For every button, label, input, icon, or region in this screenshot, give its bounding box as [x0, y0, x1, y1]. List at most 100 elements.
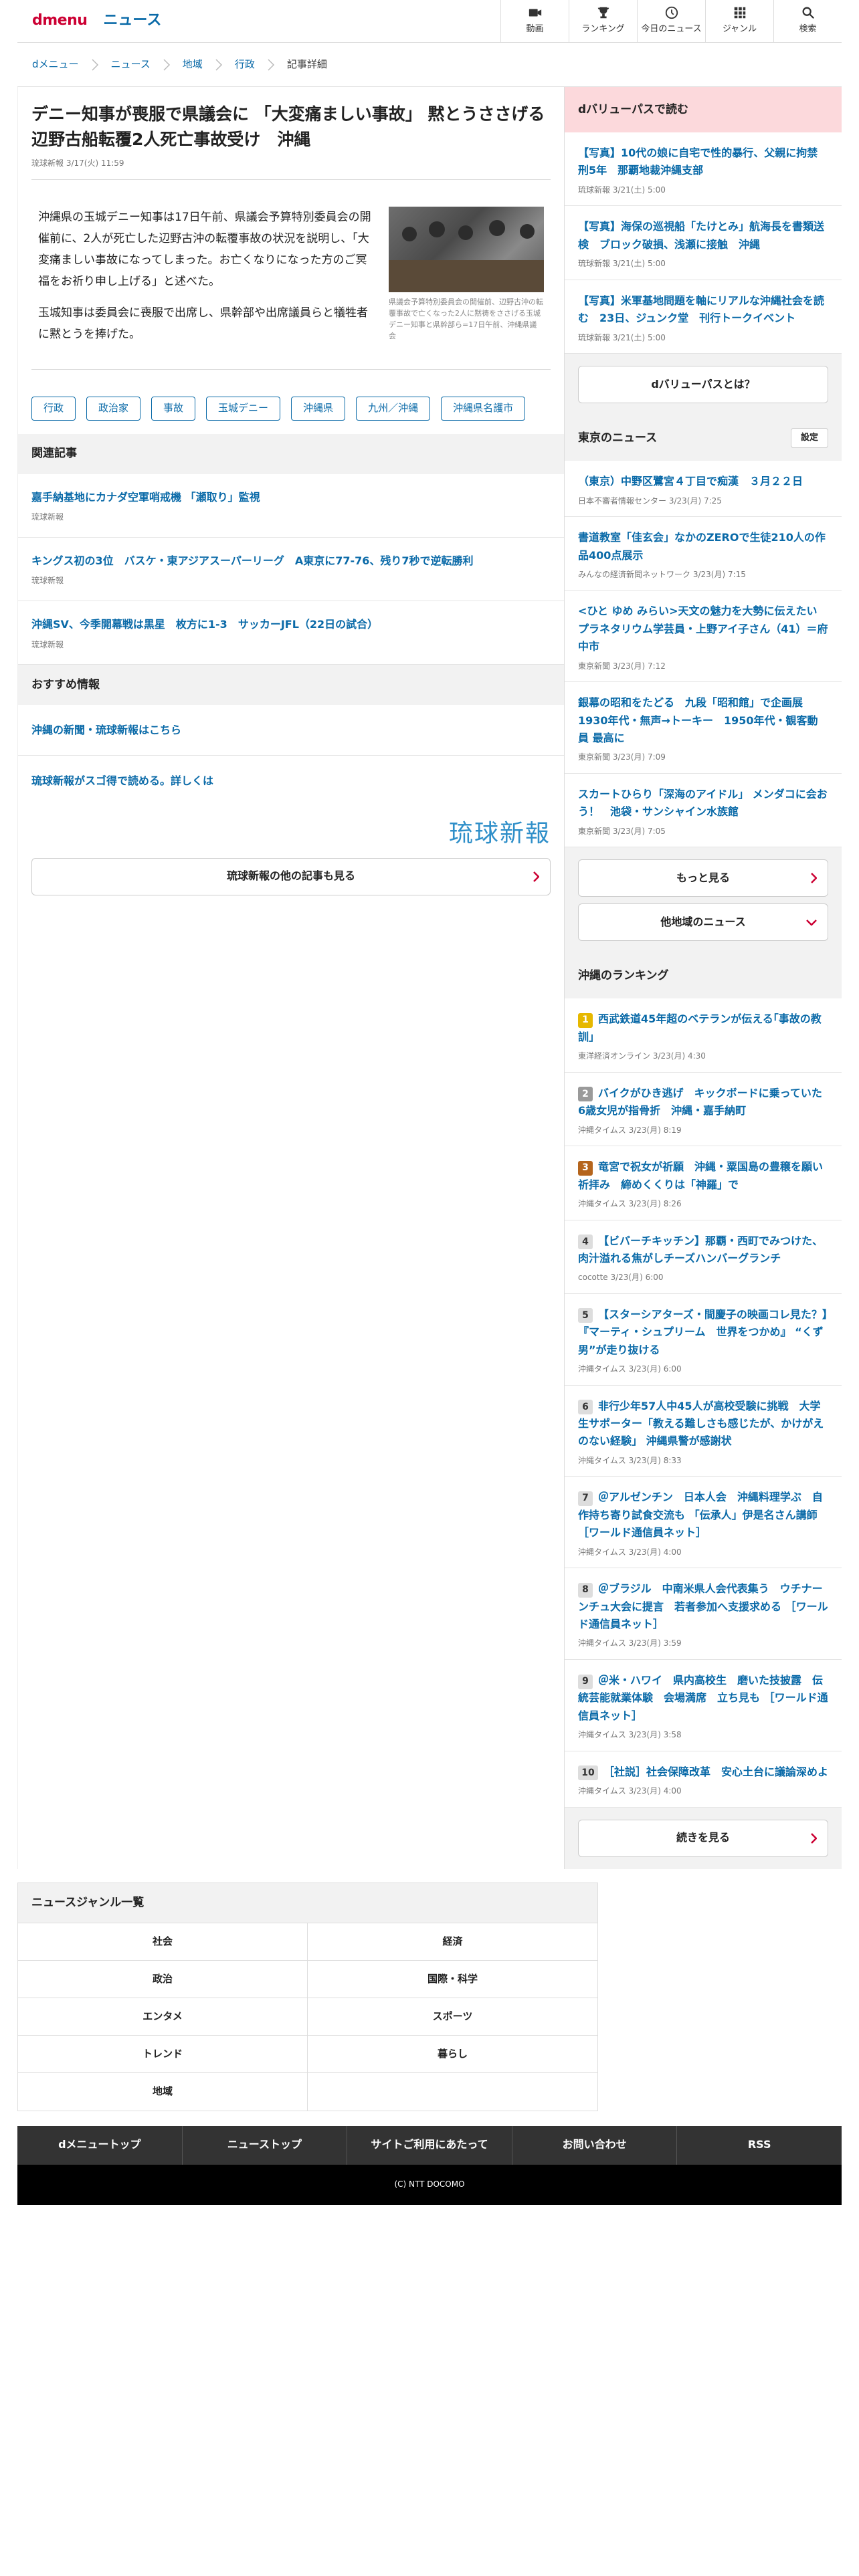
ranking-title[interactable]: 西武鉄道45年超のベテランが伝える｢事故の教訓｣ — [578, 1012, 822, 1043]
genre-link[interactable]: 国際・科学 — [308, 1961, 597, 1998]
ranking-item[interactable]: 7 ＠アルゼンチン 日本人会 沖縄料理学ぶ 自作持ち寄り試食交流も 「伝承人」伊是… — [565, 1477, 842, 1569]
ranking-title-row[interactable]: 8 ＠ブラジル 中南米県人会代表集う ウチナーンチュ大会に提言 若者参加へ支援求め… — [578, 1580, 828, 1633]
dvalue-about-button[interactable]: dバリューパスとは？ — [578, 366, 828, 404]
ranking-title-row[interactable]: 3 竜宮で祝女が祈願 沖縄・粟国島の豊穣を願い祈拝み 締めくくりは「神羅」で — [578, 1158, 828, 1194]
tokyo-news-item[interactable]: （東京）中野区鷺宮４丁目で痴漢 ３月２２日 日本不審者情報センター 3/23(月… — [565, 461, 842, 518]
ranking-title-row[interactable]: 4 【ビバーチキッチン】那覇・西町でみつけた、肉汁溢れる焦がしチーズハンバーグラン… — [578, 1232, 828, 1268]
article-photo[interactable] — [389, 206, 544, 292]
genre-link[interactable]: 暮らし — [308, 2036, 597, 2073]
breadcrumb-admin[interactable]: 行政 — [235, 57, 255, 72]
ranking-title[interactable]: ＠米・ハワイ 県内高校生 磨いた技披露 伝統芸能就業体験 会場満席 立ち見も ［… — [578, 1674, 828, 1722]
ranking-item[interactable]: 9 ＠米・ハワイ 県内高校生 磨いた技披露 伝統芸能就業体験 会場満席 立ち見も … — [565, 1659, 842, 1751]
dvalue-item[interactable]: 【写真】米軍基地問題を軸にリアルな沖縄社会を読む 23日、ジュンク堂 刊行トーク… — [565, 280, 842, 354]
dvalue-item[interactable]: 【写真】10代の娘に自宅で性的暴行、父親に拘禁刑5年 那覇地裁沖縄支部 琉球新報… — [565, 132, 842, 207]
ranking-item[interactable]: 2 バイクがひき逃げ キックボードに乗っていた6歳女児が指骨折 沖縄・嘉手納町 沖… — [565, 1072, 842, 1147]
other-region-button[interactable]: 他地域のニュース — [578, 903, 828, 942]
nav-search[interactable]: 検索 — [773, 0, 842, 43]
tag[interactable]: 事故 — [151, 397, 196, 421]
nav-genre[interactable]: ジャンル — [705, 0, 773, 43]
related-item[interactable]: 嘉手納基地にカナダ空軍哨戒機 「瀬取り」監視 琉球新報 — [18, 474, 564, 538]
ranking-title[interactable]: バイクがひき逃げ キックボードに乗っていた6歳女児が指骨折 沖縄・嘉手納町 — [578, 1087, 822, 1117]
nav-video[interactable]: 動画 — [500, 0, 569, 43]
tag[interactable]: 玉城デニー — [206, 397, 281, 421]
genre-link[interactable]: エンタメ — [18, 1998, 308, 2036]
tokyo-news-item[interactable]: スカートひらり「深海のアイドル」 メンダコに会おう！ 池袋・サンシャイン水族館 … — [565, 774, 842, 848]
ranking-title-row[interactable]: 9 ＠米・ハワイ 県内高校生 磨いた技披露 伝統芸能就業体験 会場満席 立ち見も … — [578, 1672, 828, 1725]
ranking-title[interactable]: ＠ブラジル 中南米県人会代表集う ウチナーンチュ大会に提言 若者参加へ支援求める… — [578, 1582, 828, 1630]
tokyo-news-item[interactable]: 書道教室「佳玄会」なかのZEROで生徒210人の作品400点展示 みんなの経済新… — [565, 517, 842, 591]
genre-link[interactable]: スポーツ — [308, 1998, 597, 2036]
ranking-item[interactable]: 3 竜宮で祝女が祈願 沖縄・粟国島の豊穣を願い祈拝み 締めくくりは「神羅」で 沖縄… — [565, 1146, 842, 1220]
ranking-title-row[interactable]: 7 ＠アルゼンチン 日本人会 沖縄料理学ぶ 自作持ち寄り試食交流も 「伝承人」伊是… — [578, 1489, 828, 1541]
footer-link[interactable]: dメニュートップ — [17, 2125, 183, 2165]
related-item[interactable]: キングス初の3位 バスケ・東アジアスーパーリーグ A東京に77-76、残り7秒で… — [18, 538, 564, 601]
tokyo-news-title[interactable]: スカートひらり「深海のアイドル」 メンダコに会おう！ 池袋・サンシャイン水族館 — [578, 786, 828, 821]
more-articles-label: 琉球新報の他の記事も見る — [226, 869, 355, 883]
settings-button[interactable]: 設定 — [790, 428, 828, 449]
dvalue-title[interactable]: 【写真】米軍基地問題を軸にリアルな沖縄社会を読む 23日、ジュンク堂 刊行トーク… — [578, 292, 828, 328]
ranking-item[interactable]: 1 西武鉄道45年超のベテランが伝える｢事故の教訓｣ 東洋経済オンライン 3/23… — [565, 998, 842, 1073]
genre-link[interactable]: 政治 — [18, 1960, 308, 1998]
genre-link[interactable]: 経済 — [308, 1923, 597, 1961]
ranking-title[interactable]: 【スターシアターズ・間慶子の映画コレ見た？】『マーティ・シュプリーム 世界をつか… — [578, 1308, 828, 1356]
tag[interactable]: 沖縄県名護市 — [441, 397, 526, 421]
tag[interactable]: 九州／沖縄 — [356, 397, 431, 421]
ranking-item[interactable]: 8 ＠ブラジル 中南米県人会代表集う ウチナーンチュ大会に提言 若者参加へ支援求め… — [565, 1568, 842, 1660]
breadcrumb-news[interactable]: ニュース — [111, 57, 151, 72]
tag[interactable]: 行政 — [31, 397, 76, 421]
ranking-source: 沖縄タイムス 3/23(月) 6:00 — [578, 1364, 682, 1374]
more-articles-button[interactable]: 琉球新報の他の記事も見る — [31, 857, 551, 895]
tokyo-news-title[interactable]: <ひと ゆめ みらい>天文の魅力を大勢に伝えたい プラネタリウム学芸員・上野アイ… — [578, 603, 828, 655]
ranking-title[interactable]: 非行少年57人中45人が高校受験に挑戦 大学生サポーター「教える難しさも感じたが… — [578, 1400, 824, 1448]
footer-link[interactable]: サイトご利用にあたって — [347, 2125, 512, 2165]
tokyo-news-title[interactable]: （東京）中野区鷺宮４丁目で痴漢 ３月２２日 — [578, 473, 828, 490]
ranking-title-row[interactable]: 1 西武鉄道45年超のベテランが伝える｢事故の教訓｣ — [578, 1010, 828, 1046]
related-title[interactable]: 嘉手納基地にカナダ空軍哨戒機 「瀬取り」監視 — [31, 489, 551, 506]
related-title[interactable]: 沖縄SV、今季開幕戦は黒星 枚方に1-3 サッカーJFL（22日の試合） — [31, 616, 551, 633]
ranking-more-button[interactable]: 続きを見る — [578, 1819, 828, 1857]
ranking-item[interactable]: 4 【ビバーチキッチン】那覇・西町でみつけた、肉汁溢れる焦がしチーズハンバーグラン… — [565, 1220, 842, 1294]
ranking-title[interactable]: ［社説］社会保障改革 安心土台に議論深めよ — [603, 1765, 828, 1778]
tokyo-news-title[interactable]: 銀幕の昭和をたどる 九段「昭和館」で企画展 1930年代・無声→トーキー 195… — [578, 694, 828, 747]
recommend-link[interactable]: 沖縄の新聞・琉球新報はこちら — [18, 705, 564, 756]
ranking-title[interactable]: ＠アルゼンチン 日本人会 沖縄料理学ぶ 自作持ち寄り試食交流も 「伝承人」伊是名… — [578, 1491, 823, 1539]
grid-icon — [734, 7, 745, 19]
footer-link[interactable]: RSS — [677, 2126, 842, 2165]
ranking-title-row[interactable]: 6 非行少年57人中45人が高校受験に挑戦 大学生サポーター「教える難しさも感じた… — [578, 1398, 828, 1451]
ranking-title[interactable]: 【ビバーチキッチン】那覇・西町でみつけた、肉汁溢れる焦がしチーズハンバーグランチ — [578, 1235, 823, 1265]
nav-today[interactable]: 今日のニュース — [637, 0, 705, 43]
news-section-title[interactable]: ニュース — [103, 9, 161, 32]
ranking-title-row[interactable]: 5 【スターシアターズ・間慶子の映画コレ見た？】『マーティ・シュプリーム 世界をつ… — [578, 1306, 828, 1359]
tag[interactable]: 政治家 — [86, 397, 141, 421]
tag[interactable]: 沖縄県 — [291, 397, 346, 421]
nav-ranking[interactable]: ランキング — [569, 0, 637, 43]
dvalue-item[interactable]: 【写真】海保の巡視船「たけとみ」航海長を書類送検 ブロック破損、浅瀬に接触 沖縄… — [565, 206, 842, 280]
related-item[interactable]: 沖縄SV、今季開幕戦は黒星 枚方に1-3 サッカーJFL（22日の試合） 琉球新… — [18, 601, 564, 665]
genre-link[interactable]: 社会 — [18, 1923, 308, 1961]
footer-link[interactable]: ニューストップ — [183, 2125, 348, 2165]
tokyo-news-title[interactable]: 書道教室「佳玄会」なかのZEROで生徒210人の作品400点展示 — [578, 529, 828, 564]
dvalue-title[interactable]: 【写真】海保の巡視船「たけとみ」航海長を書類送検 ブロック破損、浅瀬に接触 沖縄 — [578, 218, 828, 253]
dvalue-title[interactable]: 【写真】10代の娘に自宅で性的暴行、父親に拘禁刑5年 那覇地裁沖縄支部 — [578, 144, 828, 180]
tokyo-news-source: 東京新聞 3/23(月) 7:09 — [578, 752, 666, 762]
breadcrumb-region[interactable]: 地域 — [183, 57, 203, 72]
breadcrumb-dmenu[interactable]: dメニュー — [32, 57, 79, 72]
dmenu-logo[interactable]: dmenu — [32, 9, 88, 32]
tokyo-more-button[interactable]: もっと見る — [578, 859, 828, 897]
ranking-item[interactable]: 6 非行少年57人中45人が高校受験に挑戦 大学生サポーター「教える難しさも感じた… — [565, 1385, 842, 1477]
logo[interactable]: dmenu ニュース — [17, 9, 500, 32]
tokyo-news-item[interactable]: 銀幕の昭和をたどる 九段「昭和館」で企画展 1930年代・無声→トーキー 195… — [565, 682, 842, 774]
ryukyu-shimpo-logo[interactable]: 琉球新報 — [18, 806, 564, 858]
ranking-item[interactable]: 10 ［社説］社会保障改革 安心土台に議論深めよ 沖縄タイムス 3/23(月) 4… — [565, 1751, 842, 1808]
tokyo-news-item[interactable]: <ひと ゆめ みらい>天文の魅力を大勢に伝えたい プラネタリウム学芸員・上野アイ… — [565, 591, 842, 683]
related-title[interactable]: キングス初の3位 バスケ・東アジアスーパーリーグ A東京に77-76、残り7秒で… — [31, 552, 551, 570]
ranking-title[interactable]: 竜宮で祝女が祈願 沖縄・粟国島の豊穣を願い祈拝み 締めくくりは「神羅」で — [578, 1160, 823, 1190]
search-icon — [802, 7, 814, 19]
genre-link[interactable]: トレンド — [18, 2035, 308, 2073]
ranking-title-row[interactable]: 10 ［社説］社会保障改革 安心土台に議論深めよ — [578, 1763, 828, 1781]
ranking-title-row[interactable]: 2 バイクがひき逃げ キックボードに乗っていた6歳女児が指骨折 沖縄・嘉手納町 — [578, 1085, 828, 1120]
genre-link[interactable]: 地域 — [18, 2072, 308, 2111]
recommend-link[interactable]: 琉球新報がスゴ得で読める。詳しくは — [18, 756, 564, 806]
footer-link[interactable]: お問い合わせ — [512, 2125, 678, 2165]
ranking-item[interactable]: 5 【スターシアターズ・間慶子の映画コレ見た？】『マーティ・シュプリーム 世界をつ… — [565, 1293, 842, 1386]
